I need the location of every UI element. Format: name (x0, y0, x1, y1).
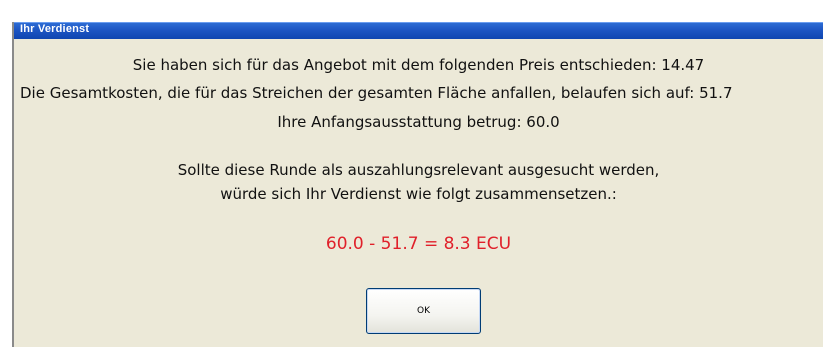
chosen-price-text: Sie haben sich für das Angebot mit dem f… (132, 56, 705, 74)
earnings-dialog: Ihr Verdienst Sie haben sich für das Ang… (12, 22, 823, 347)
ok-button[interactable]: OK (366, 288, 481, 334)
earnings-result: 60.0 - 51.7 = 8.3 ECU (325, 234, 512, 254)
screen: Ihr Verdienst Sie haben sich für das Ang… (0, 0, 823, 347)
dialog-titlebar[interactable]: Ihr Verdienst (14, 22, 823, 39)
dialog-title: Ihr Verdienst (20, 23, 90, 35)
total-cost-text: Die Gesamtkosten, die für das Streichen … (20, 84, 733, 102)
initial-endowment-text: Ihre Anfangsausstattung betrug: 60.0 (277, 113, 560, 131)
payout-note-line1: Sollte diese Runde als auszahlungsreleva… (177, 161, 660, 179)
payout-note-line2: würde sich Ihr Verdienst wie folgt zusam… (220, 185, 617, 203)
